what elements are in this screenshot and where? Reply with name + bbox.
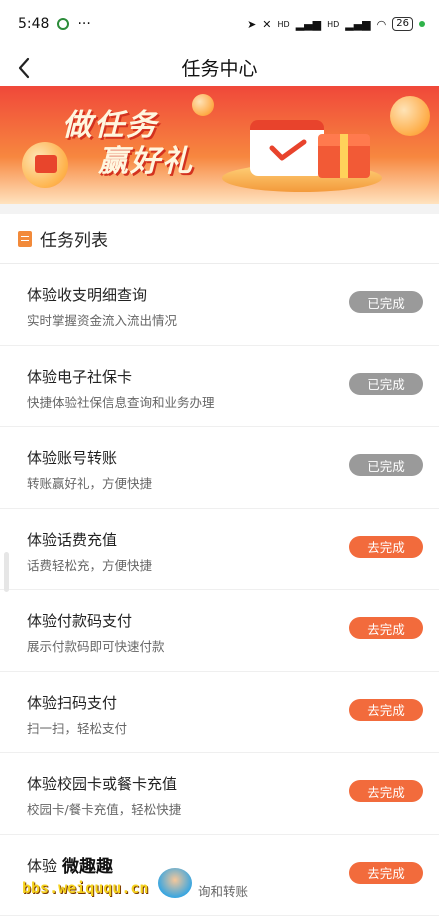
task-item[interactable]: 体验 询和转账 去完成 [0,835,439,916]
task-title: 体验电子社保卡 [27,367,133,386]
task-item[interactable]: 体验电子社保卡 快捷体验社保信息查询和业务办理 已完成 [0,346,439,427]
banner-title: 做任务 赢好礼 [62,108,194,180]
task-description: 展示付款码即可快速付款 [27,639,165,654]
signal-icon-2: ▂▄▆ [345,17,371,31]
completed-button[interactable]: 已完成 [349,372,423,395]
signal-hd-label-1: HD [277,19,290,29]
task-description: 实时掌握资金流入流出情况 [27,313,178,328]
checkmark-icon [269,139,307,161]
task-title: 体验校园卡或餐卡充值 [27,775,178,793]
task-item[interactable]: 体验付款码支付 展示付款码即可快速付款 去完成 [0,590,439,672]
task-title: 体验账号转账 [27,449,118,467]
status-more: ··· [77,16,91,32]
signal-icon: ▂▄▆ [295,17,322,31]
chevron-left-icon [18,57,30,79]
task-list: 体验收支明细查询 实时掌握资金流入流出情况 已完成 体验电子社保卡 快捷体验社保… [0,264,439,916]
banner-line-1: 做任务 [62,108,158,143]
go-complete-button[interactable]: 去完成 [349,780,423,802]
page-title: 任务中心 [181,57,258,80]
go-complete-button[interactable]: 去完成 [349,535,423,558]
task-title: 体验 [27,856,58,875]
banner-line-2: 赢好礼 [98,144,194,179]
completed-button[interactable]: 已完成 [349,454,423,476]
bubble-decoration [390,96,430,136]
scrollbar[interactable] [4,552,9,592]
privacy-dot-icon [419,21,425,27]
completed-button[interactable]: 已完成 [349,291,423,313]
bubble-decoration [192,94,214,116]
task-title: 体验付款码支付 [27,612,133,630]
location-icon: ➤ [247,17,257,31]
notification-icon [57,18,70,30]
go-complete-button[interactable]: 去完成 [349,861,423,884]
task-item[interactable]: 体验收支明细查询 实时掌握资金流入流出情况 已完成 [0,264,439,346]
task-description: 扫一扫，轻松支付 [27,720,128,736]
battery-indicator: 26 [392,17,413,31]
go-complete-button[interactable]: 去完成 [349,698,423,721]
promo-banner[interactable]: 做任务 赢好礼 [0,86,439,204]
mute-icon: ✕ [262,17,272,31]
status-time: 5:48 [18,16,50,32]
signal-hd-label-2: HD [327,19,340,29]
nav-bar: 任务中心 [0,48,439,86]
status-bar: 5:48 ··· ➤ ✕ HD ▂▄▆ HD ▂▄▆ ◠ 26 [0,0,439,48]
task-title: 体验话费充值 [27,530,118,549]
task-title: 体验收支明细查询 [27,286,148,304]
task-item[interactable]: 体验校园卡或餐卡充值 校园卡/餐卡充值，轻松快捷 去完成 [0,753,439,835]
task-description: 校园卡/餐卡充值，轻松快捷 [27,802,182,817]
section-header: 任务列表 [0,214,439,264]
task-description: 话费轻松充，方便快捷 [27,557,153,573]
section-title: 任务列表 [40,231,108,251]
section-divider [0,204,439,214]
task-item[interactable]: 体验话费充值 话费轻松充，方便快捷 去完成 [0,509,439,590]
task-description: 快捷体验社保信息查询和业务办理 [27,394,215,410]
task-item[interactable]: 体验扫码支付 扫一扫，轻松支付 去完成 [0,672,439,753]
go-complete-button[interactable]: 去完成 [349,617,423,639]
gift-icon [35,155,57,173]
task-description: 转账赢好礼，方便快捷 [27,476,153,491]
task-title: 体验扫码支付 [27,693,118,712]
gift-ribbon [340,134,348,178]
wifi-icon: ◠ [376,17,387,31]
task-description: 询和转账 [198,883,249,899]
task-item[interactable]: 体验账号转账 转账赢好礼，方便快捷 已完成 [0,427,439,509]
back-button[interactable] [8,52,40,84]
task-list-icon [18,230,32,247]
